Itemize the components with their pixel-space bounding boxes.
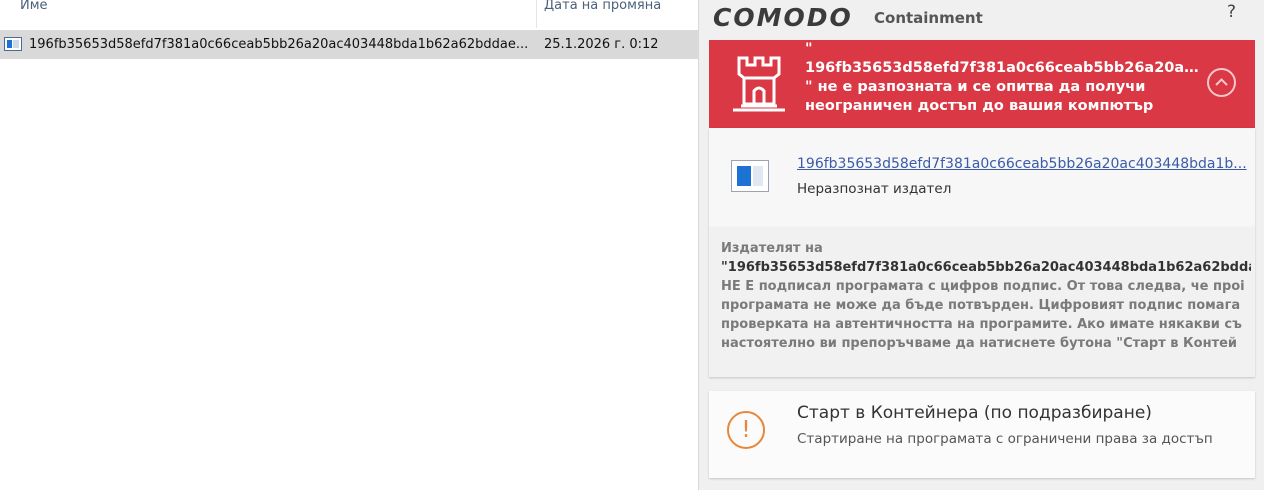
alert-line-filename: 196fb35653d58efd7f381a0c66ceab5bb26a20ac… (805, 60, 1201, 76)
alert-banner: " 196fb35653d58efd7f381a0c66ceab5bb26a20… (709, 40, 1255, 128)
help-button[interactable]: ? (1227, 2, 1236, 22)
desc-line: проверката на автентичността на програми… (721, 317, 1242, 332)
castle-tower-icon (733, 56, 785, 112)
alert-line-quote: " (805, 41, 813, 57)
column-header: Име Дата на промяна (0, 0, 698, 28)
chevron-up-icon (1215, 78, 1228, 86)
alert-message: " 196fb35653d58efd7f381a0c66ceab5bb26a20… (805, 40, 1201, 116)
desc-line: програмата не може да бъде потвърден. Ци… (721, 298, 1241, 313)
desc-filename: "196fb35653d58efd7f381a0c66ceab5bb26a20a… (721, 260, 1251, 275)
file-info-card: 196fb35653d58efd7f381a0c66ceab5bb26a20ac… (709, 128, 1255, 227)
exclamation-icon: ! (727, 411, 765, 449)
executable-icon (4, 37, 22, 51)
run-in-container-option[interactable]: ! Старт в Контейнера (по подразбиране) С… (709, 391, 1255, 478)
panel-subtitle: Containment (874, 9, 983, 27)
comodo-logo: COMODO (713, 3, 853, 32)
option-title: Старт в Контейнера (по подразбиране) (797, 403, 1152, 423)
file-date: 25.1.2026 г. 0:12 (544, 37, 659, 52)
file-link[interactable]: 196fb35653d58efd7f381a0c66ceab5bb26a20ac… (797, 156, 1247, 172)
column-divider[interactable] (536, 0, 537, 28)
column-name-header[interactable]: Име (20, 0, 48, 13)
file-row[interactable]: 196fb35653d58efd7f381a0c66ceab5bb26a20ac… (0, 30, 698, 59)
desc-line: НЕ Е подписал програмата с цифров подпис… (721, 279, 1245, 294)
application-icon (731, 160, 769, 192)
desc-line: Издателят на (721, 241, 823, 256)
file-explorer: Име Дата на промяна 196fb35653d58efd7f38… (0, 0, 698, 490)
description-text: Издателят на "196fb35653d58efd7f381a0c66… (721, 239, 1251, 353)
column-date-header[interactable]: Дата на промяна (544, 0, 661, 13)
desc-line: настоятелно ви препоръчваме да натиснете… (721, 336, 1238, 351)
alert-line-warning: " не е разпозната и се опитва да получи (805, 79, 1146, 95)
publisher-label: Неразпознат издател (797, 181, 952, 197)
option-description: Стартиране на програмата с ограничени пр… (797, 431, 1213, 447)
collapse-button[interactable] (1207, 68, 1236, 97)
comodo-containment-panel: COMODO Containment ? " 196fb35653d58efd7… (698, 0, 1264, 490)
description-card: Издателят на "196fb35653d58efd7f381a0c66… (709, 227, 1255, 377)
file-name: 196fb35653d58efd7f381a0c66ceab5bb26a20ac… (29, 37, 529, 52)
alert-line-access: неограничен достъп до вашия компютър (805, 98, 1154, 114)
